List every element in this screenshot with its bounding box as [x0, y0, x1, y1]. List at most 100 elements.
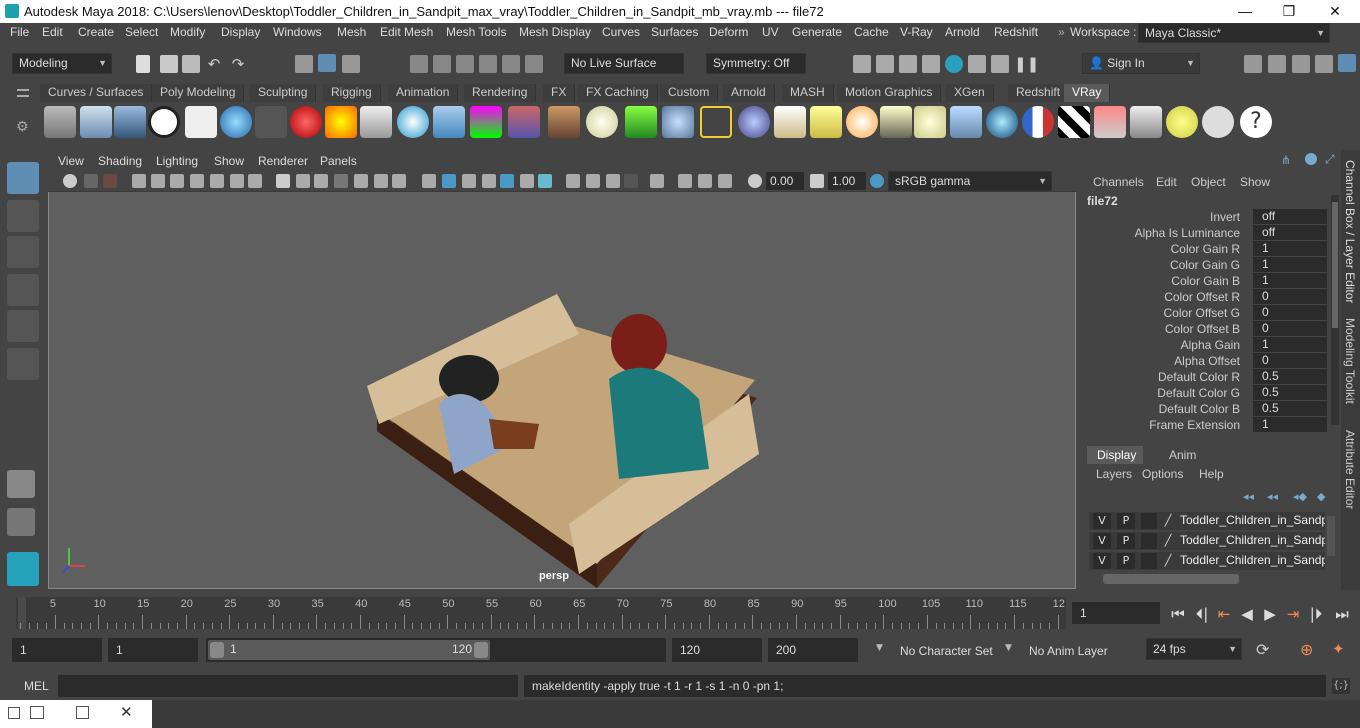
layer-row[interactable]: V P ╱ Toddler_Children_in_Sandpit [1089, 532, 1325, 550]
open-scene-icon[interactable] [160, 55, 178, 73]
vray-dome-icon[interactable] [774, 106, 806, 138]
frame-selected-icon[interactable] [698, 174, 712, 188]
vray-color-icon[interactable] [470, 106, 502, 138]
attr-row[interactable]: Default Color G 0.5 [1083, 385, 1328, 401]
scene-end-field[interactable]: 200 [768, 638, 858, 662]
shelf-tab-custom[interactable]: Custom [660, 84, 719, 102]
attr-row[interactable]: Color Offset R 0 [1083, 289, 1328, 305]
layer-visibility-toggle[interactable]: V [1093, 513, 1111, 529]
single-perspective-view-icon[interactable] [7, 470, 35, 498]
exposure-field[interactable]: 0.00 [766, 172, 804, 190]
chevron-down-icon[interactable]: ▼ [1005, 643, 1012, 653]
shelf-tab-vray[interactable]: VRay [1064, 84, 1111, 102]
vray-fur-icon[interactable] [625, 106, 657, 138]
safe-title-icon[interactable] [230, 174, 244, 188]
vray-material-icon[interactable] [290, 106, 322, 138]
select-camera-icon[interactable] [650, 174, 664, 188]
layer-name[interactable]: Toddler_Children_in_Sandpit [1180, 513, 1325, 527]
vray-clipper-icon[interactable] [508, 106, 540, 138]
shelf-tab-mash[interactable]: MASH [782, 84, 834, 102]
vray-proxy-icon[interactable] [114, 106, 146, 138]
vray-rect-light-icon[interactable] [950, 106, 982, 138]
layer-display-type-toggle[interactable] [1141, 553, 1157, 569]
play-forwards-icon[interactable]: ▶ [1260, 605, 1280, 623]
channel-scrollbar-thumb[interactable] [1332, 202, 1338, 328]
attr-value[interactable]: 0.5 [1253, 385, 1327, 400]
attr-value[interactable]: 1 [1253, 273, 1327, 288]
menu-mesh-tools[interactable]: Mesh Tools [446, 25, 506, 39]
vray-sun-icon[interactable] [914, 106, 946, 138]
minimize-button[interactable]: — [1222, 0, 1268, 23]
animation-preferences-icon[interactable]: ✦ [1332, 640, 1345, 658]
menu-redshift[interactable]: Redshift [994, 25, 1038, 39]
layer-color-icon[interactable]: ╱ [1161, 513, 1175, 529]
vray-render-elements-icon[interactable] [1094, 106, 1126, 138]
layer-menu-layers[interactable]: Layers [1096, 467, 1132, 481]
minimized-window[interactable]: ✕ [0, 700, 152, 728]
vray-fire-icon[interactable] [325, 106, 357, 138]
attr-value[interactable]: 0 [1253, 305, 1327, 320]
vray-scatter-icon[interactable] [662, 106, 694, 138]
channel-menu-object[interactable]: Object [1191, 175, 1226, 189]
camera-attributes-icon[interactable] [63, 174, 77, 188]
modeling-toolkit-icon[interactable] [1244, 55, 1262, 73]
grease-pencil-icon[interactable] [248, 174, 262, 188]
workspace-dropdown[interactable]: Maya Classic* ▼ [1138, 23, 1330, 43]
help-icon[interactable]: ? [1240, 106, 1272, 138]
snap-point-icon[interactable] [456, 55, 474, 73]
shelf-menu-icon[interactable] [17, 89, 29, 97]
character-set-label[interactable]: No Character Set [900, 644, 993, 658]
side-tab-attribute-editor[interactable]: Attribute Editor [1343, 430, 1357, 509]
wireframe-icon[interactable] [296, 174, 310, 188]
anim-layer-label[interactable]: No Anim Layer [1029, 644, 1108, 658]
hypershade-icon[interactable] [945, 55, 963, 73]
attr-value[interactable]: off [1253, 209, 1327, 224]
select-component-icon[interactable] [342, 55, 360, 73]
layer-name[interactable]: Toddler_Children_in_Sandpit [1180, 553, 1325, 567]
shelf-tab-motion-graphics[interactable]: Motion Graphics [837, 84, 942, 102]
viewport-menu-panels[interactable]: Panels [320, 154, 357, 168]
anti-aliasing-icon[interactable] [520, 174, 534, 188]
view-transform-dropdown[interactable]: sRGB gamma ▼ [888, 171, 1052, 191]
render-current-icon[interactable] [876, 55, 894, 73]
play-backwards-icon[interactable]: ◀ [1237, 605, 1257, 623]
time-slider[interactable]: 1 51015202530354045505560657075808590951… [16, 597, 1066, 629]
attr-row[interactable]: Alpha Is Luminance off [1083, 225, 1328, 241]
vray-plane-icon[interactable] [360, 106, 392, 138]
attribute-editor-toggle-icon[interactable] [1305, 153, 1317, 165]
layer-display-type-toggle[interactable] [1141, 513, 1157, 529]
vray-ies-light-icon[interactable] [880, 106, 912, 138]
film-gate-icon[interactable] [132, 174, 146, 188]
tool-settings-toggle-icon[interactable]: ⤢ [1325, 152, 1335, 167]
menu-deform[interactable]: Deform [709, 25, 748, 39]
layer-playback-toggle[interactable]: P [1117, 533, 1135, 549]
attr-row[interactable]: Color Gain G 1 [1083, 257, 1328, 273]
character-controls-icon[interactable] [1268, 55, 1286, 73]
menu-edit[interactable]: Edit [42, 25, 63, 39]
rotate-tool-icon[interactable] [7, 310, 39, 342]
layer-hscrollbar-thumb[interactable] [1103, 574, 1239, 584]
scene-start-field[interactable]: 1 [12, 638, 102, 662]
field-chart-icon[interactable] [190, 174, 204, 188]
range-start-handle[interactable] [210, 642, 224, 658]
layer-menu-options[interactable]: Options [1142, 467, 1183, 481]
layer-name[interactable]: Toddler_Children_in_Sandpit [1180, 533, 1325, 547]
channel-menu-show[interactable]: Show [1240, 175, 1270, 189]
layer-row[interactable]: V P ╱ Toddler_Children_in_Sandpit [1089, 552, 1325, 570]
viewport-menu-show[interactable]: Show [214, 154, 244, 168]
vray-sphere-icon[interactable] [397, 106, 429, 138]
attr-value[interactable]: 1 [1253, 257, 1327, 272]
menu-modify[interactable]: Modify [170, 25, 205, 39]
shelf-tab-arnold[interactable]: Arnold [723, 84, 775, 102]
attr-row[interactable]: Color Gain R 1 [1083, 241, 1328, 257]
layer-playback-toggle[interactable]: P [1117, 553, 1135, 569]
ambient-occlusion-icon[interactable] [500, 174, 514, 188]
select-tool-icon[interactable] [7, 162, 39, 194]
maya-m-logo-icon[interactable] [7, 552, 39, 586]
range-slider[interactable]: 1 120 [206, 638, 666, 662]
depth-of-field-icon[interactable] [538, 174, 552, 188]
channel-box-icon[interactable] [1338, 54, 1356, 72]
sign-in-dropdown[interactable]: 👤 Sign In ▼ [1082, 53, 1200, 74]
xray-icon[interactable] [442, 174, 456, 188]
vray-render-settings-icon[interactable] [44, 106, 76, 138]
